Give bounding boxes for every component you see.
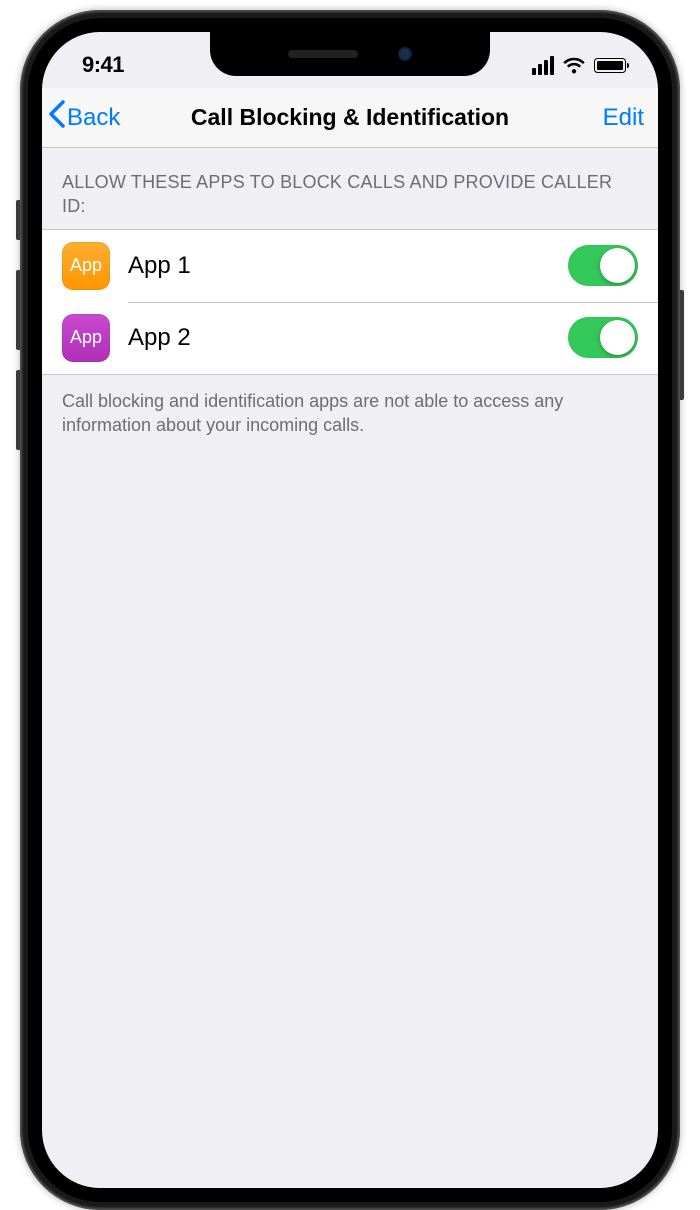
app-toggle[interactable] <box>568 245 638 286</box>
app-icon: App <box>62 314 110 362</box>
app-list: App App 1 App App 2 <box>42 229 658 375</box>
list-item: App App 1 <box>42 230 658 302</box>
side-button <box>680 290 684 400</box>
notch <box>210 32 490 76</box>
phone-inner: 9:41 Bac <box>28 18 672 1202</box>
page-title: Call Blocking & Identification <box>191 104 509 131</box>
app-icon: App <box>62 242 110 290</box>
app-name-label: App 1 <box>128 252 550 280</box>
toggle-knob <box>600 320 635 355</box>
wifi-icon <box>562 56 586 74</box>
volume-up-button <box>16 270 20 350</box>
toggle-knob <box>600 248 635 283</box>
app-toggle[interactable] <box>568 317 638 358</box>
back-button[interactable]: Back <box>48 100 138 135</box>
edit-button[interactable]: Edit <box>584 104 644 132</box>
section-footer: Call blocking and identification apps ar… <box>42 375 658 452</box>
speaker-grill <box>288 50 358 58</box>
cellular-signal-icon <box>532 56 554 75</box>
mute-switch <box>16 200 20 240</box>
phone-frame: 9:41 Bac <box>20 10 680 1210</box>
volume-down-button <box>16 370 20 450</box>
screen: 9:41 Bac <box>42 32 658 1188</box>
front-camera <box>398 47 412 61</box>
chevron-left-icon <box>48 100 65 135</box>
battery-icon <box>594 58 626 73</box>
list-item: App App 2 <box>42 302 658 374</box>
status-time: 9:41 <box>82 52 124 78</box>
nav-bar: Back Call Blocking & Identification Edit <box>42 88 658 148</box>
back-label: Back <box>67 104 120 132</box>
section-header: ALLOW THESE APPS TO BLOCK CALLS AND PROV… <box>42 148 658 229</box>
app-name-label: App 2 <box>128 324 550 352</box>
status-indicators <box>532 56 626 75</box>
